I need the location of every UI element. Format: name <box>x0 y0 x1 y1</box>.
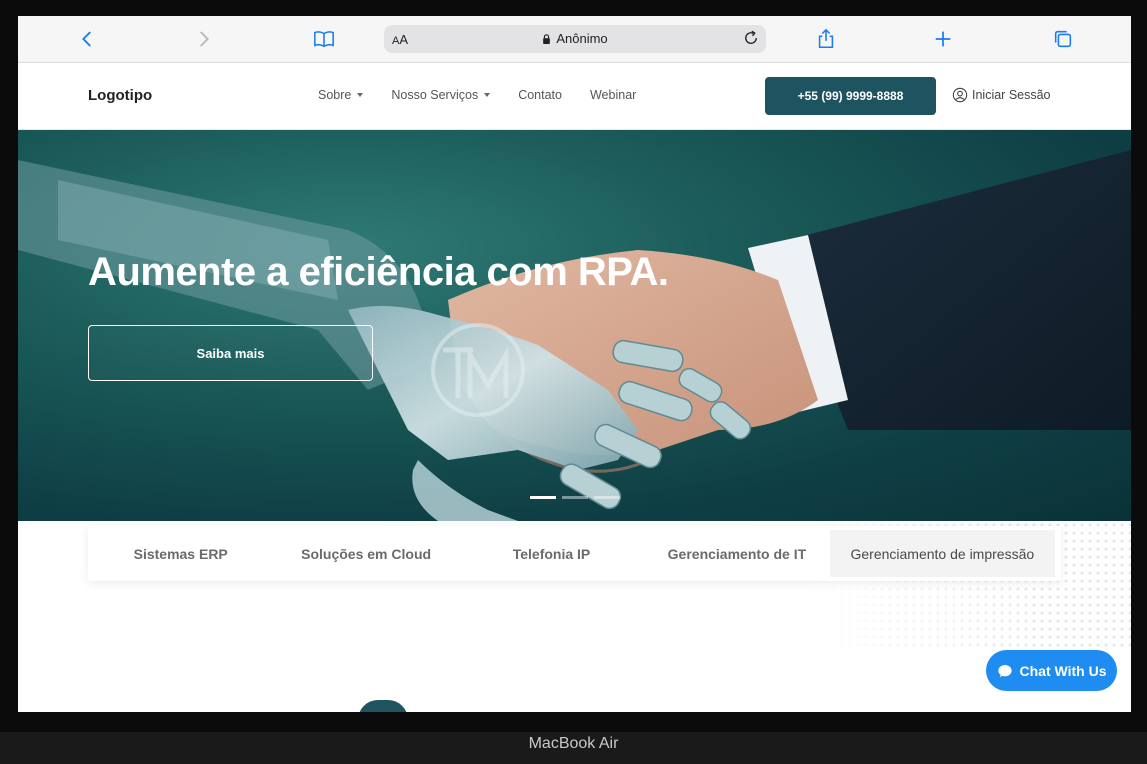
site-header: Logotipo Sobre Nosso Serviços Contato We… <box>18 63 1131 130</box>
tab-gerenciamento-impressao[interactable]: Gerenciamento de impressão <box>829 530 1056 577</box>
login-link[interactable]: Iniciar Sessão <box>952 87 1051 103</box>
tab-gerenciamento-it[interactable]: Gerenciamento de IT <box>644 546 829 562</box>
menu-label: Nosso Serviços <box>391 88 479 102</box>
user-icon <box>952 87 968 103</box>
login-label: Iniciar Sessão <box>972 88 1051 102</box>
logo[interactable]: Logotipo <box>88 87 152 104</box>
carousel-dot[interactable] <box>530 496 556 499</box>
services-tabs: Sistemas ERP Soluções em Cloud Telefonia… <box>88 526 1061 581</box>
device-label: MacBook Air <box>528 735 619 752</box>
tab-sistemas-erp[interactable]: Sistemas ERP <box>88 546 273 562</box>
phone-button[interactable]: +55 (99) 9999-8888 <box>765 77 936 115</box>
section-shape <box>358 700 408 712</box>
tabs-icon[interactable] <box>1050 26 1076 52</box>
address-bar[interactable]: AA Anônimo <box>384 25 766 53</box>
chat-button[interactable]: Chat With Us <box>986 650 1117 691</box>
menu-label: Webinar <box>589 88 637 102</box>
lock-icon <box>543 34 551 44</box>
menu-label: Sobre <box>318 88 352 102</box>
tab-telefonia-ip[interactable]: Telefonia IP <box>459 546 644 562</box>
screen: AA Anônimo Logotipo Sobre Nosso Serviços… <box>18 16 1131 712</box>
caret-down-icon <box>484 93 491 97</box>
share-icon[interactable] <box>813 26 839 52</box>
menu-item-sobre[interactable]: Sobre <box>318 88 364 102</box>
back-icon[interactable] <box>74 26 100 52</box>
bookmarks-icon[interactable] <box>311 26 337 52</box>
browser-toolbar: AA Anônimo <box>18 16 1131 63</box>
chat-bubble-icon <box>997 664 1012 677</box>
laptop-frame: AA Anônimo Logotipo Sobre Nosso Serviços… <box>0 0 1147 764</box>
main-menu: Sobre Nosso Serviços Contato Webinar <box>318 88 664 102</box>
carousel-dot[interactable] <box>562 496 588 499</box>
menu-item-contato[interactable]: Contato <box>518 88 562 102</box>
caret-down-icon <box>357 93 364 97</box>
menu-item-servicos[interactable]: Nosso Serviços <box>391 88 491 102</box>
menu-label: Contato <box>518 88 562 102</box>
menu-item-webinar[interactable]: Webinar <box>590 88 636 102</box>
new-tab-icon[interactable] <box>930 26 956 52</box>
hero-banner: Aumente a eficiência com RPA. Saiba mais <box>18 130 1131 521</box>
carousel-indicators <box>530 496 620 499</box>
tab-solucoes-cloud[interactable]: Soluções em Cloud <box>273 546 458 562</box>
forward-icon[interactable] <box>191 26 217 52</box>
address-text: Anônimo <box>556 31 608 46</box>
reload-icon[interactable] <box>742 29 760 47</box>
hero-title: Aumente a eficiência com RPA. <box>88 250 669 294</box>
saiba-mais-button[interactable]: Saiba mais <box>88 325 373 381</box>
carousel-dot[interactable] <box>594 496 620 499</box>
chat-label: Chat With Us <box>1019 662 1107 679</box>
